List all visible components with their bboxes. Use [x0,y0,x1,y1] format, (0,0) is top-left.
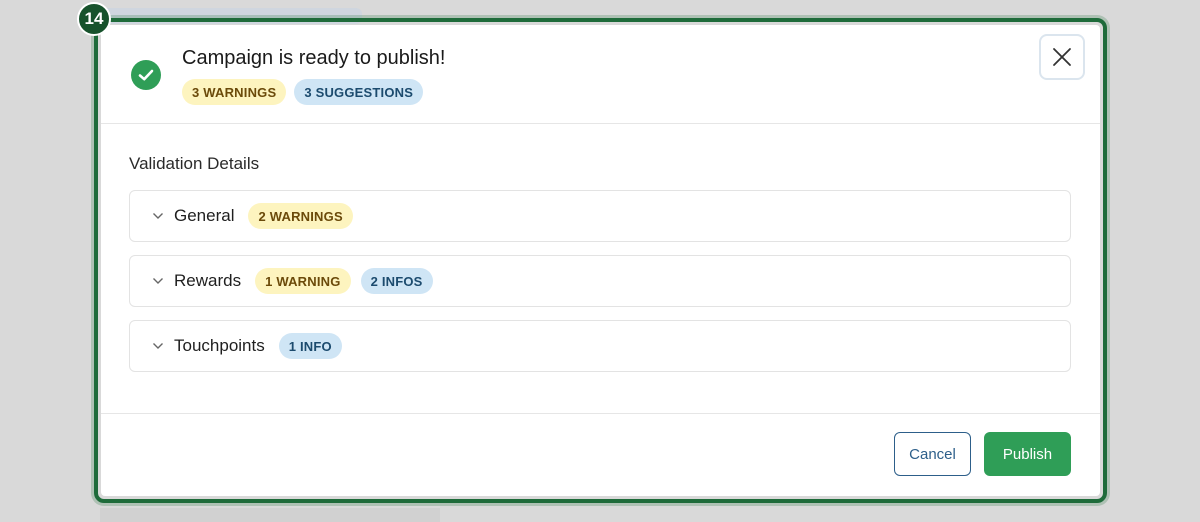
background-bar-bottom [100,508,440,522]
close-button[interactable] [1039,34,1085,80]
accordion-label: Rewards [174,271,242,290]
dialog-header: Campaign is ready to publish! 3 WARNINGS… [101,25,1100,124]
section-title: Validation Details [129,154,260,173]
accordion-label: General [174,206,235,225]
chevron-down-icon [152,275,164,287]
warning-badge: 1 WARNING [255,268,351,294]
close-icon [1053,48,1071,66]
cancel-button[interactable]: Cancel [894,432,971,476]
dialog-footer: Cancel Publish [101,414,1100,495]
accordion-touchpoints[interactable]: Touchpoints 1 INFO [129,320,1071,372]
summary-badges: 3 WARNINGS 3 SUGGESTIONS [182,79,424,105]
accordion-general[interactable]: General 2 WARNINGS [129,190,1071,242]
dialog-body: Validation Details General 2 WARNINGS Re… [101,124,1100,414]
warnings-badge: 2 WARNINGS [248,203,353,229]
step-number-badge: 14 [77,2,111,36]
accordion-rewards[interactable]: Rewards 1 WARNING 2 INFOS [129,255,1071,307]
check-circle-icon [131,60,161,90]
publish-dialog: Campaign is ready to publish! 3 WARNINGS… [101,25,1100,496]
chevron-down-icon [152,340,164,352]
warnings-badge: 3 WARNINGS [182,79,287,105]
info-badge: 1 INFO [278,333,342,359]
accordion-label: Touchpoints [174,336,265,355]
dialog-title: Campaign is ready to publish! [182,47,446,69]
suggestions-badge: 3 SUGGESTIONS [294,79,424,105]
chevron-down-icon [152,210,164,222]
infos-badge: 2 INFOS [360,268,433,294]
publish-button[interactable]: Publish [984,432,1071,476]
